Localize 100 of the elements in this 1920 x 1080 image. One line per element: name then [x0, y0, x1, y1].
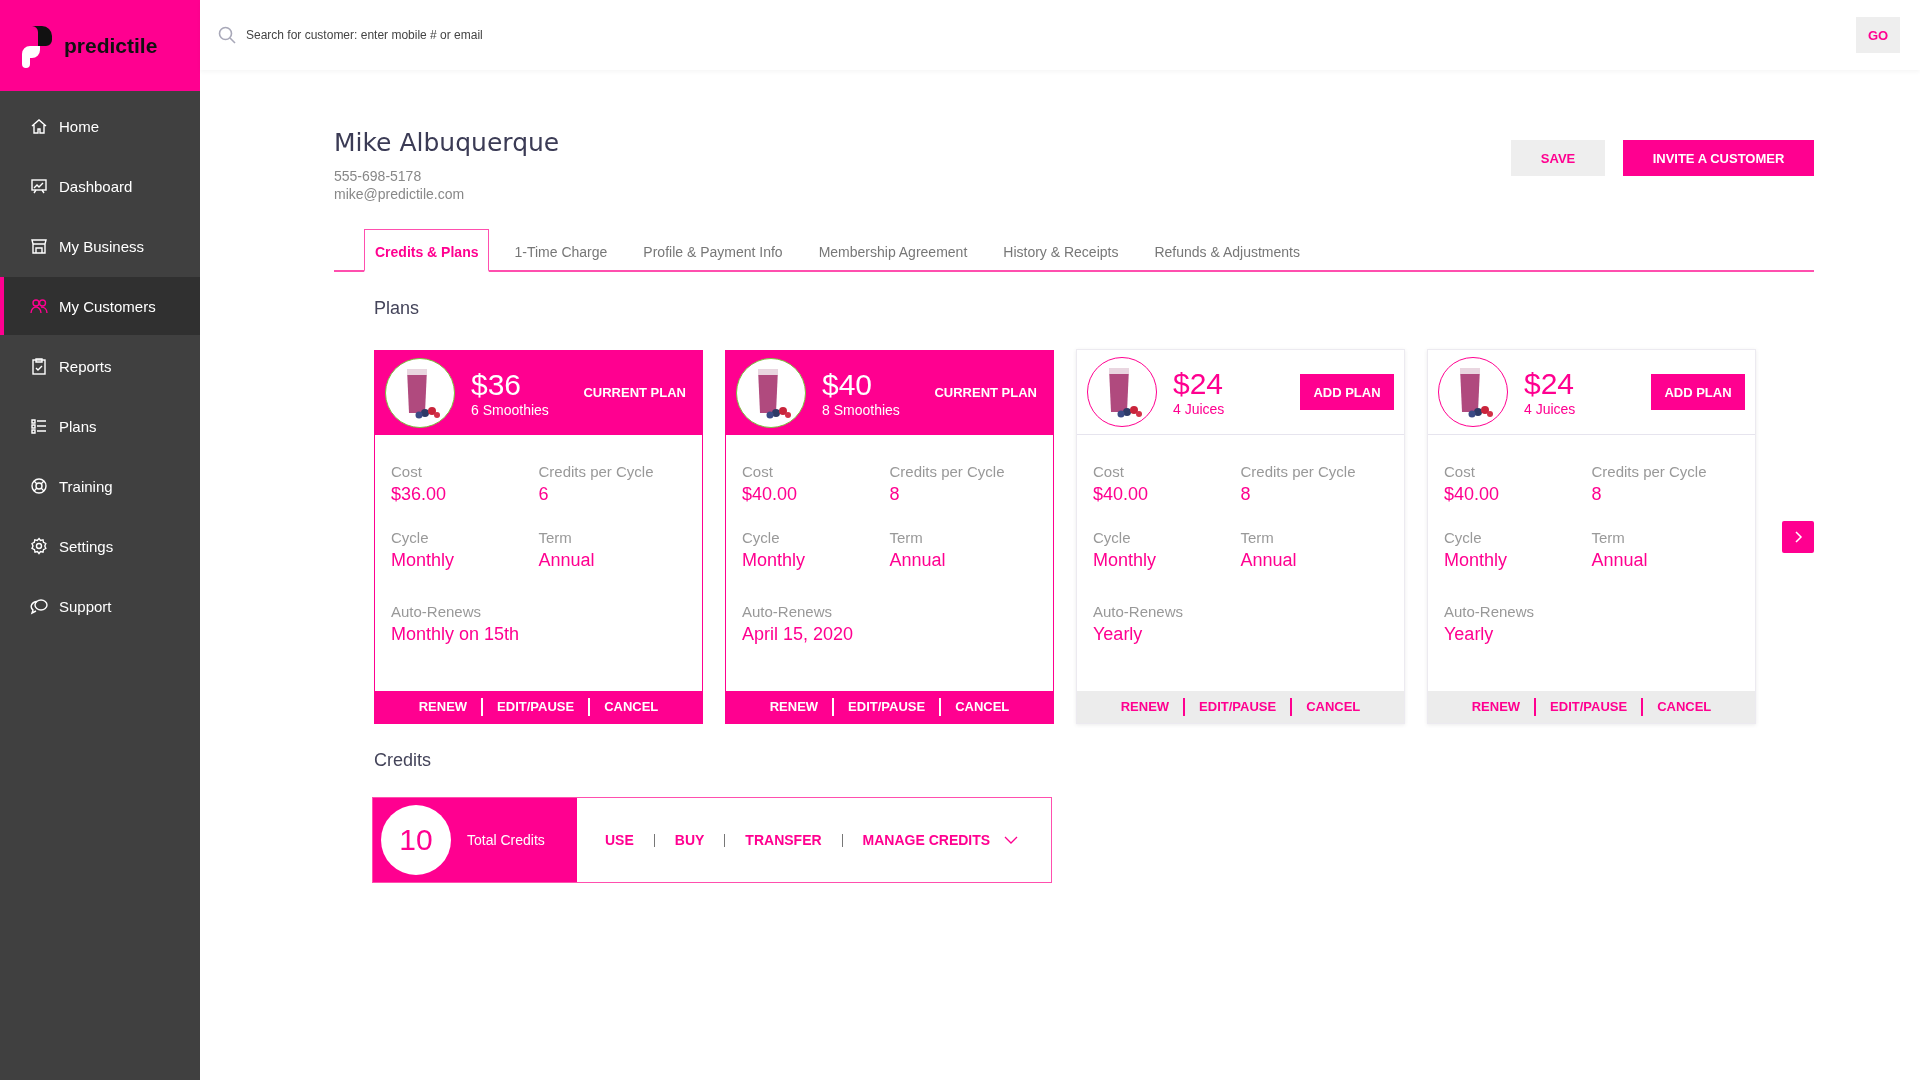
- credit-action-link[interactable]: TRANSFER: [745, 832, 822, 848]
- plan-price: $24: [1173, 367, 1225, 401]
- sidebar-item[interactable]: Plans: [0, 397, 200, 455]
- field-label: Term: [538, 528, 573, 546]
- credit-count: 10: [381, 805, 451, 875]
- field-value: $36.00: [391, 483, 448, 505]
- credit-action-link[interactable]: BUY: [674, 832, 705, 848]
- tab[interactable]: Profile & Payment Info: [632, 229, 794, 272]
- field-value: $40.00: [1093, 484, 1150, 505]
- card-action-link[interactable]: RENEW: [1106, 698, 1184, 716]
- home-icon: [30, 117, 48, 135]
- field-label: Cycle: [742, 528, 781, 546]
- section-title: Credits: [374, 750, 432, 771]
- chart-icon: [30, 177, 48, 195]
- sidebar-item[interactable]: My Customers: [0, 277, 200, 335]
- card-action-link[interactable]: EDIT/PAUSE: [1534, 698, 1642, 716]
- store-icon: [30, 237, 48, 255]
- plan-price: $24: [1524, 367, 1576, 401]
- field-value: Monthly: [1093, 550, 1158, 571]
- plan-subtitle: 6 Smoothies: [471, 401, 550, 418]
- sidebar-item[interactable]: Reports: [0, 337, 200, 395]
- tab[interactable]: Refunds & Adjustments: [1143, 229, 1311, 272]
- chat-icon: [30, 597, 48, 615]
- sidebar-item[interactable]: Settings: [0, 517, 200, 575]
- field-value: Monthly: [1444, 550, 1509, 571]
- field-label: Auto-Renews: [391, 602, 483, 620]
- field-label: Cost: [1093, 463, 1125, 480]
- current-plan-label: CURRENT PLAN: [934, 385, 1037, 400]
- tab[interactable]: History & Receipts: [992, 229, 1130, 272]
- customer-name: Mike Albuquerque: [334, 128, 560, 157]
- total-credits-label: Total Credits: [467, 832, 545, 848]
- field-label: Credits per Cycle: [1591, 463, 1708, 480]
- plan-subtitle: 8 Smoothies: [822, 401, 901, 418]
- caret-icon: [1004, 836, 1019, 844]
- search-icon: [218, 26, 236, 44]
- plan-subtitle: 4 Juices: [1524, 401, 1577, 417]
- add-plan-button[interactable]: ADD PLAN: [1300, 374, 1394, 410]
- tab[interactable]: Membership Agreement: [807, 229, 979, 272]
- field-value: Yearly: [1093, 624, 1144, 645]
- field-label: Auto-Renews: [1093, 603, 1185, 620]
- lifebuoy-icon: [30, 477, 48, 495]
- field-label: Term: [889, 528, 924, 546]
- tab[interactable]: Credits & Plans: [364, 229, 490, 272]
- card-action-link[interactable]: EDIT/PAUSE: [832, 697, 940, 716]
- credit-action-link[interactable]: USE: [605, 832, 634, 848]
- sidebar-item[interactable]: Support: [0, 577, 200, 635]
- field-value: Annual: [1240, 550, 1298, 571]
- brand-name: predictile: [64, 33, 158, 58]
- list-icon: [30, 417, 48, 435]
- field-label: Credits per Cycle: [538, 462, 655, 480]
- chevron-right-icon: [1793, 529, 1803, 544]
- field-label: Term: [1591, 529, 1626, 546]
- field-value: 8: [889, 483, 901, 505]
- field-value: 8: [1240, 484, 1252, 505]
- card-action-link[interactable]: EDIT/PAUSE: [481, 697, 589, 716]
- invite-button[interactable]: INVITE A CUSTOMER: [1623, 140, 1814, 176]
- settings-icon: [30, 537, 48, 555]
- field-value: April 15, 2020: [742, 623, 855, 645]
- field-value: 8: [1591, 484, 1603, 505]
- card-action-link[interactable]: CANCEL: [1641, 698, 1726, 716]
- field-label: Term: [1240, 529, 1275, 546]
- sidebar-item[interactable]: Dashboard: [0, 157, 200, 215]
- field-label: Cycle: [1444, 529, 1483, 546]
- customer-email: mike@predictile.com: [334, 185, 466, 203]
- field-label: Cycle: [391, 528, 430, 546]
- sidebar-item[interactable]: Training: [0, 457, 200, 515]
- sidebar-item[interactable]: My Business: [0, 217, 200, 275]
- credit-action-link[interactable]: MANAGE CREDITS: [862, 832, 1019, 848]
- sidebar-item[interactable]: Home: [0, 97, 200, 155]
- field-label: Cycle: [1093, 529, 1132, 546]
- card-action-link[interactable]: RENEW: [755, 697, 833, 716]
- save-button[interactable]: SAVE: [1511, 140, 1605, 176]
- field-label: Credits per Cycle: [889, 462, 1006, 480]
- add-plan-button[interactable]: ADD PLAN: [1651, 374, 1745, 410]
- plan-subtitle: 4 Juices: [1173, 401, 1226, 417]
- card-action-link[interactable]: RENEW: [404, 697, 482, 716]
- card-action-link[interactable]: EDIT/PAUSE: [1183, 698, 1291, 716]
- customer-phone: 555-698-5178: [334, 167, 423, 185]
- clipboard-icon: [30, 357, 48, 375]
- field-label: Cost: [391, 462, 423, 480]
- card-action-link[interactable]: CANCEL: [939, 697, 1024, 716]
- current-plan-label: CURRENT PLAN: [583, 385, 686, 400]
- field-value: $40.00: [742, 483, 799, 505]
- field-value: Annual: [1591, 550, 1649, 571]
- card-action-link[interactable]: CANCEL: [588, 697, 673, 716]
- field-value: Annual: [889, 549, 947, 571]
- field-value: Yearly: [1444, 624, 1495, 645]
- next-button[interactable]: [1782, 520, 1814, 553]
- tab[interactable]: 1-Time Charge: [503, 229, 619, 272]
- go-button[interactable]: GO: [1856, 17, 1900, 53]
- field-value: 6: [538, 483, 550, 505]
- field-label: Cost: [742, 462, 774, 480]
- field-value: Monthly on 15th: [391, 623, 521, 645]
- card-action-link[interactable]: CANCEL: [1290, 698, 1375, 716]
- field-label: Credits per Cycle: [1240, 463, 1357, 480]
- field-label: Cost: [1444, 463, 1476, 480]
- plan-price: $36: [471, 367, 523, 402]
- card-action-link[interactable]: RENEW: [1457, 698, 1535, 716]
- field-value: Monthly: [742, 549, 807, 571]
- section-title: Plans: [374, 298, 421, 319]
